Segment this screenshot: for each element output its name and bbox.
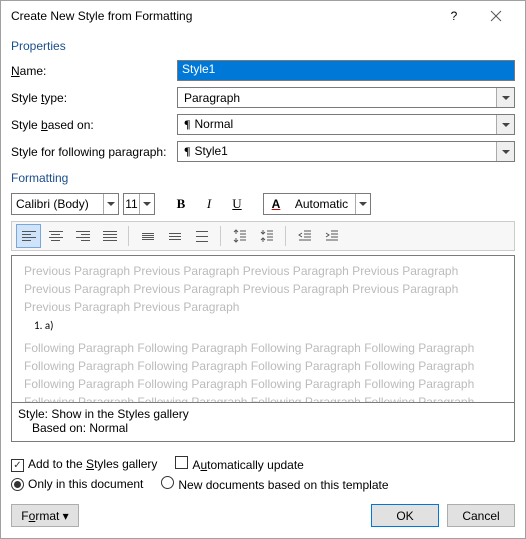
align-right-button[interactable] <box>70 224 95 248</box>
section-properties: Properties <box>11 39 515 53</box>
preview-pane: Previous Paragraph Previous Paragraph Pr… <box>11 255 515 403</box>
label-style-type: Style type: <box>11 91 177 105</box>
italic-button[interactable]: I <box>197 193 221 215</box>
font-select[interactable]: Calibri (Body) <box>11 193 119 215</box>
close-icon <box>488 8 504 24</box>
radio-icon <box>11 478 24 491</box>
arrows-in-icon <box>259 228 275 244</box>
indent-right-icon <box>324 228 340 244</box>
spacing-1-button[interactable] <box>135 224 160 248</box>
chevron-down-icon <box>496 115 514 134</box>
indent-left-icon <box>297 228 313 244</box>
underline-button[interactable]: U <box>225 193 249 215</box>
help-button[interactable]: ? <box>433 3 475 29</box>
preview-numbering: 1. a) <box>34 318 502 335</box>
paragraph-toolbar <box>11 221 515 251</box>
checkbox-icon <box>11 459 24 472</box>
close-button[interactable] <box>475 3 517 29</box>
align-left-button[interactable] <box>16 224 41 248</box>
dialog: Create New Style from Formatting ? Prope… <box>0 0 526 539</box>
font-size-select[interactable]: 11 <box>123 193 155 215</box>
label-following: Style for following paragraph: <box>11 145 177 159</box>
preview-following: Following Paragraph Following Paragraph … <box>24 339 502 404</box>
checkbox-icon <box>175 456 188 469</box>
align-center-button[interactable] <box>43 224 68 248</box>
spacing-1-5-button[interactable] <box>162 224 187 248</box>
font-color-select[interactable]: A Automatic <box>263 193 371 215</box>
new-documents-radio[interactable]: New documents based on this template <box>161 476 388 492</box>
auto-update-checkbox[interactable]: Automatically update <box>175 456 303 472</box>
dialog-title: Create New Style from Formatting <box>11 9 433 23</box>
label-name: Name: <box>11 64 177 78</box>
based-on-select[interactable]: ¶Normal <box>177 114 515 135</box>
chevron-down-icon <box>496 88 514 107</box>
format-button[interactable]: Format ▾ <box>11 504 79 527</box>
font-toolbar: Calibri (Body) 11 B I U A Automatic <box>11 193 515 215</box>
dialog-content: Properties Name: Style1 Style type: Para… <box>1 31 525 538</box>
add-to-gallery-checkbox[interactable]: Add to the Styles gallery <box>11 457 157 472</box>
description-line2: Based on: Normal <box>18 421 508 435</box>
chevron-down-icon <box>496 142 514 161</box>
style-type-select[interactable]: Paragraph <box>177 87 515 108</box>
color-swatch: A <box>264 197 288 211</box>
name-input[interactable]: Style1 <box>177 60 515 81</box>
bold-button[interactable]: B <box>169 193 193 215</box>
following-select[interactable]: ¶Style1 <box>177 141 515 162</box>
bottom-options: Add to the Styles gallery Automatically … <box>11 452 515 496</box>
arrows-updown-icon <box>232 228 248 244</box>
space-before-inc-button[interactable] <box>227 224 252 248</box>
align-justify-button[interactable] <box>97 224 122 248</box>
increase-indent-button[interactable] <box>319 224 344 248</box>
chevron-down-icon <box>139 194 154 214</box>
label-based-on: Style based on: <box>11 118 177 132</box>
radio-icon <box>161 476 174 489</box>
chevron-down-icon <box>103 194 118 214</box>
button-row: Format ▾ OK Cancel <box>11 504 515 527</box>
description-box: Style: Show in the Styles gallery Based … <box>11 402 515 442</box>
only-this-document-radio[interactable]: Only in this document <box>11 477 143 491</box>
section-formatting: Formatting <box>11 171 515 185</box>
ok-button[interactable]: OK <box>371 504 439 527</box>
decrease-indent-button[interactable] <box>292 224 317 248</box>
chevron-down-icon <box>355 194 370 214</box>
titlebar: Create New Style from Formatting ? <box>1 1 525 31</box>
space-before-dec-button[interactable] <box>254 224 279 248</box>
description-line1: Style: Show in the Styles gallery <box>18 407 508 421</box>
cancel-button[interactable]: Cancel <box>447 504 515 527</box>
preview-previous: Previous Paragraph Previous Paragraph Pr… <box>24 262 502 316</box>
spacing-2-button[interactable] <box>189 224 214 248</box>
